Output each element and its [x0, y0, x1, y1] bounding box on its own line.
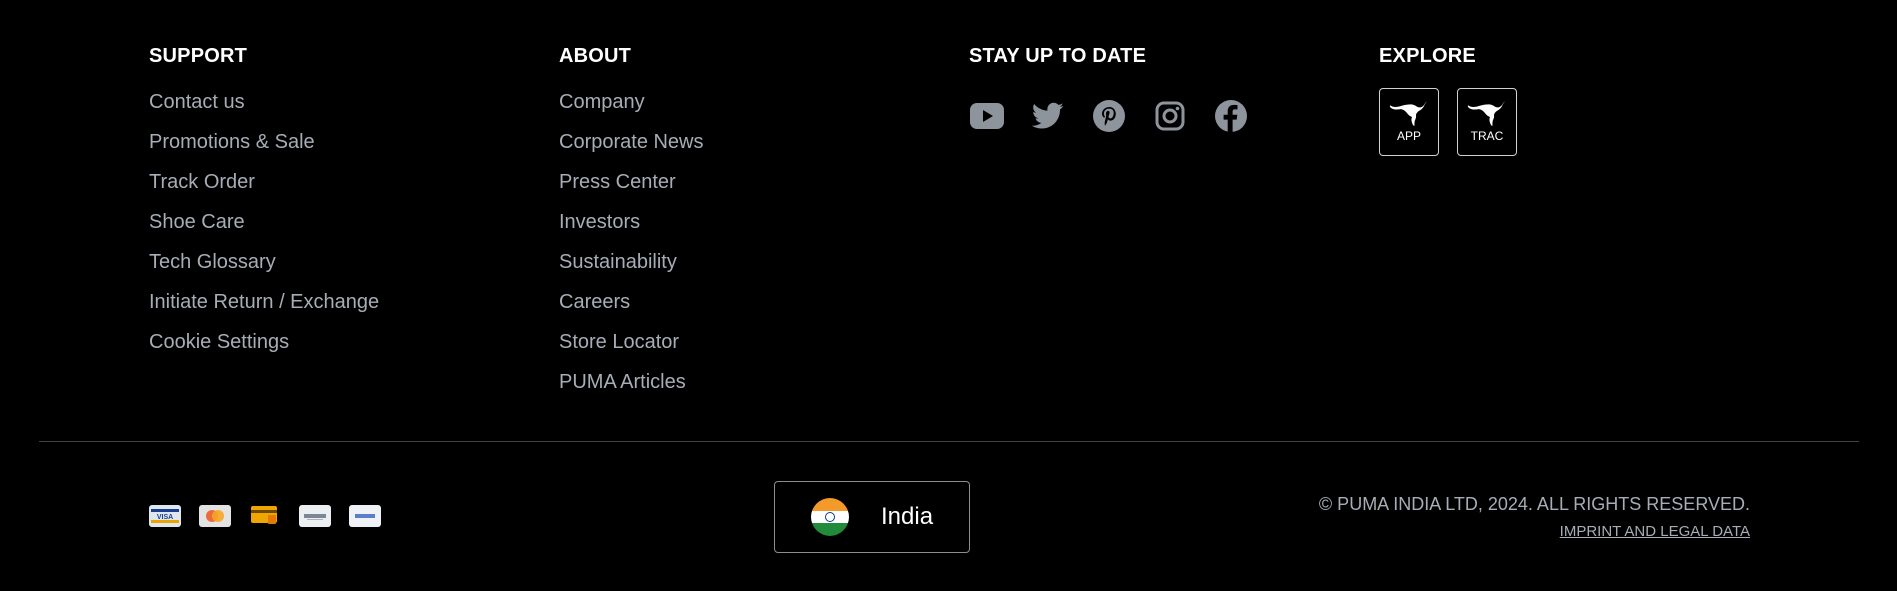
- explore-tiles: APP TRAC: [1379, 88, 1517, 156]
- twitter-icon[interactable]: [1030, 98, 1066, 134]
- link-corporate-news[interactable]: Corporate News: [559, 131, 704, 153]
- link-contact-us[interactable]: Contact us: [149, 91, 245, 113]
- legal-block: © PUMA INDIA LTD, 2024. ALL RIGHTS RESER…: [1319, 493, 1750, 541]
- instagram-icon[interactable]: [1152, 98, 1188, 134]
- puma-cat-icon: [1389, 101, 1427, 126]
- youtube-icon[interactable]: [969, 98, 1005, 134]
- link-store-locator[interactable]: Store Locator: [559, 331, 679, 353]
- copyright-text: © PUMA INDIA LTD, 2024. ALL RIGHTS RESER…: [1318, 494, 1750, 514]
- svg-text:VISA: VISA: [157, 514, 173, 521]
- puma-cat-icon: [1467, 101, 1505, 126]
- bhim-upi-icon: [349, 505, 381, 527]
- stay-column: STAY UP TO DATE: [969, 44, 1249, 134]
- imprint-link[interactable]: IMPRINT AND LEGAL DATA: [1560, 523, 1750, 540]
- pinterest-icon[interactable]: [1091, 98, 1127, 134]
- support-title: SUPPORT: [149, 45, 248, 67]
- country-name: India: [881, 503, 934, 530]
- trac-label: TRAC: [1470, 129, 1504, 143]
- support-column: SUPPORT Contact us Promotions & Sale Tra…: [149, 44, 379, 370]
- about-column: ABOUT Company Corporate News Press Cente…: [559, 44, 704, 410]
- india-flag-icon: [811, 498, 849, 536]
- link-track-order[interactable]: Track Order: [149, 171, 255, 193]
- link-shoe-care[interactable]: Shoe Care: [149, 211, 245, 233]
- facebook-icon[interactable]: [1213, 98, 1249, 134]
- trac-tile[interactable]: TRAC: [1457, 88, 1517, 156]
- link-initiate-return[interactable]: Initiate Return / Exchange: [149, 291, 379, 313]
- explore-title: EXPLORE: [1379, 45, 1476, 67]
- card-icon: [249, 505, 281, 527]
- stay-title: STAY UP TO DATE: [969, 45, 1147, 67]
- link-tech-glossary[interactable]: Tech Glossary: [149, 251, 276, 273]
- link-investors[interactable]: Investors: [559, 211, 640, 233]
- social-links: [969, 98, 1249, 134]
- mastercard-icon: [199, 505, 231, 527]
- link-cookie-settings[interactable]: Cookie Settings: [149, 331, 289, 353]
- link-puma-articles[interactable]: PUMA Articles: [559, 371, 686, 393]
- link-press-center[interactable]: Press Center: [559, 171, 676, 193]
- payment-methods: VISA: [149, 505, 381, 527]
- rupay-icon: [299, 505, 331, 527]
- link-careers[interactable]: Careers: [559, 291, 630, 313]
- app-tile[interactable]: APP: [1379, 88, 1439, 156]
- app-label: APP: [1396, 129, 1421, 143]
- link-sustainability[interactable]: Sustainability: [559, 251, 677, 273]
- country-selector[interactable]: India: [774, 481, 970, 553]
- visa-icon: VISA: [149, 505, 181, 527]
- footer-divider: [39, 441, 1859, 442]
- about-title: ABOUT: [559, 45, 632, 67]
- link-promotions-sale[interactable]: Promotions & Sale: [149, 131, 315, 153]
- link-company[interactable]: Company: [559, 91, 645, 113]
- explore-column: EXPLORE APP TRAC: [1379, 44, 1517, 156]
